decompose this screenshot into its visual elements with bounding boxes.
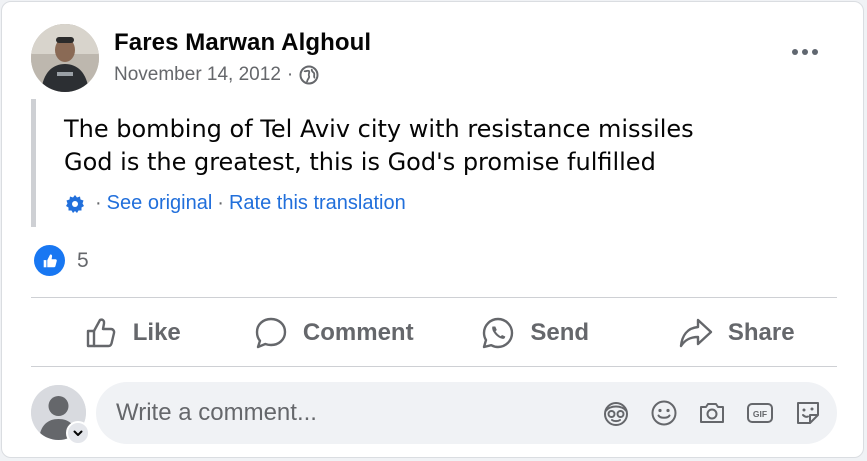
dot [792, 49, 798, 55]
more-options-button[interactable] [789, 42, 821, 62]
composer-icons: GIF [601, 398, 823, 428]
emoji-icon[interactable] [649, 398, 679, 428]
divider [31, 366, 837, 367]
reactions-summary[interactable]: 5 [34, 245, 89, 276]
globe-icon [299, 65, 319, 85]
comment-composer: GIF [96, 382, 837, 444]
share-button[interactable]: Share [636, 299, 838, 367]
comment-label: Comment [302, 319, 414, 346]
rate-translation-link[interactable]: Rate this translation [229, 192, 406, 215]
gif-icon[interactable]: GIF [745, 398, 775, 428]
post-date[interactable]: November 14, 2012 [114, 64, 281, 86]
comment-icon [255, 317, 287, 349]
share-label: Share [727, 319, 795, 346]
camera-icon[interactable] [697, 398, 727, 428]
like-button[interactable]: Like [31, 299, 233, 367]
like-outline-icon [86, 318, 116, 348]
post-text-line: The bombing of Tel Aviv city with resist… [64, 115, 694, 143]
post-text: The bombing of Tel Aviv city with resist… [64, 113, 694, 179]
like-icon [34, 245, 65, 276]
share-icon [679, 318, 713, 348]
gear-icon[interactable] [64, 193, 86, 215]
divider [31, 297, 837, 298]
reaction-count: 5 [77, 248, 89, 272]
translation-quote-bar [31, 99, 36, 227]
translation-row: · See original · Rate this translation [64, 192, 406, 215]
chevron-down-icon[interactable] [66, 421, 90, 445]
whatsapp-icon [483, 317, 514, 349]
post-meta: November 14, 2012 · [114, 64, 319, 86]
dot [812, 49, 818, 55]
send-label: Send [530, 319, 590, 346]
see-original-link[interactable]: See original [107, 192, 213, 215]
translation-separator: · [217, 192, 224, 214]
post-text-line: God is the greatest, this is God's promi… [64, 148, 656, 176]
author-name[interactable]: Fares Marwan Alghoul [114, 29, 371, 57]
translation-separator: · [95, 192, 102, 214]
dot [802, 49, 808, 55]
post-actions: Like Comment Send Share [31, 299, 837, 367]
sticker-icon[interactable] [793, 398, 823, 428]
svg-text:GIF: GIF [753, 409, 767, 419]
comment-button[interactable]: Comment [233, 299, 435, 367]
send-button[interactable]: Send [434, 299, 636, 367]
avatar-sticker-icon[interactable] [601, 398, 631, 428]
comment-input[interactable] [116, 382, 586, 444]
like-label: Like [132, 319, 181, 346]
meta-separator: · [286, 64, 294, 85]
post-card: Fares Marwan Alghoul November 14, 2012 ·… [1, 1, 864, 458]
author-avatar[interactable] [31, 24, 99, 92]
